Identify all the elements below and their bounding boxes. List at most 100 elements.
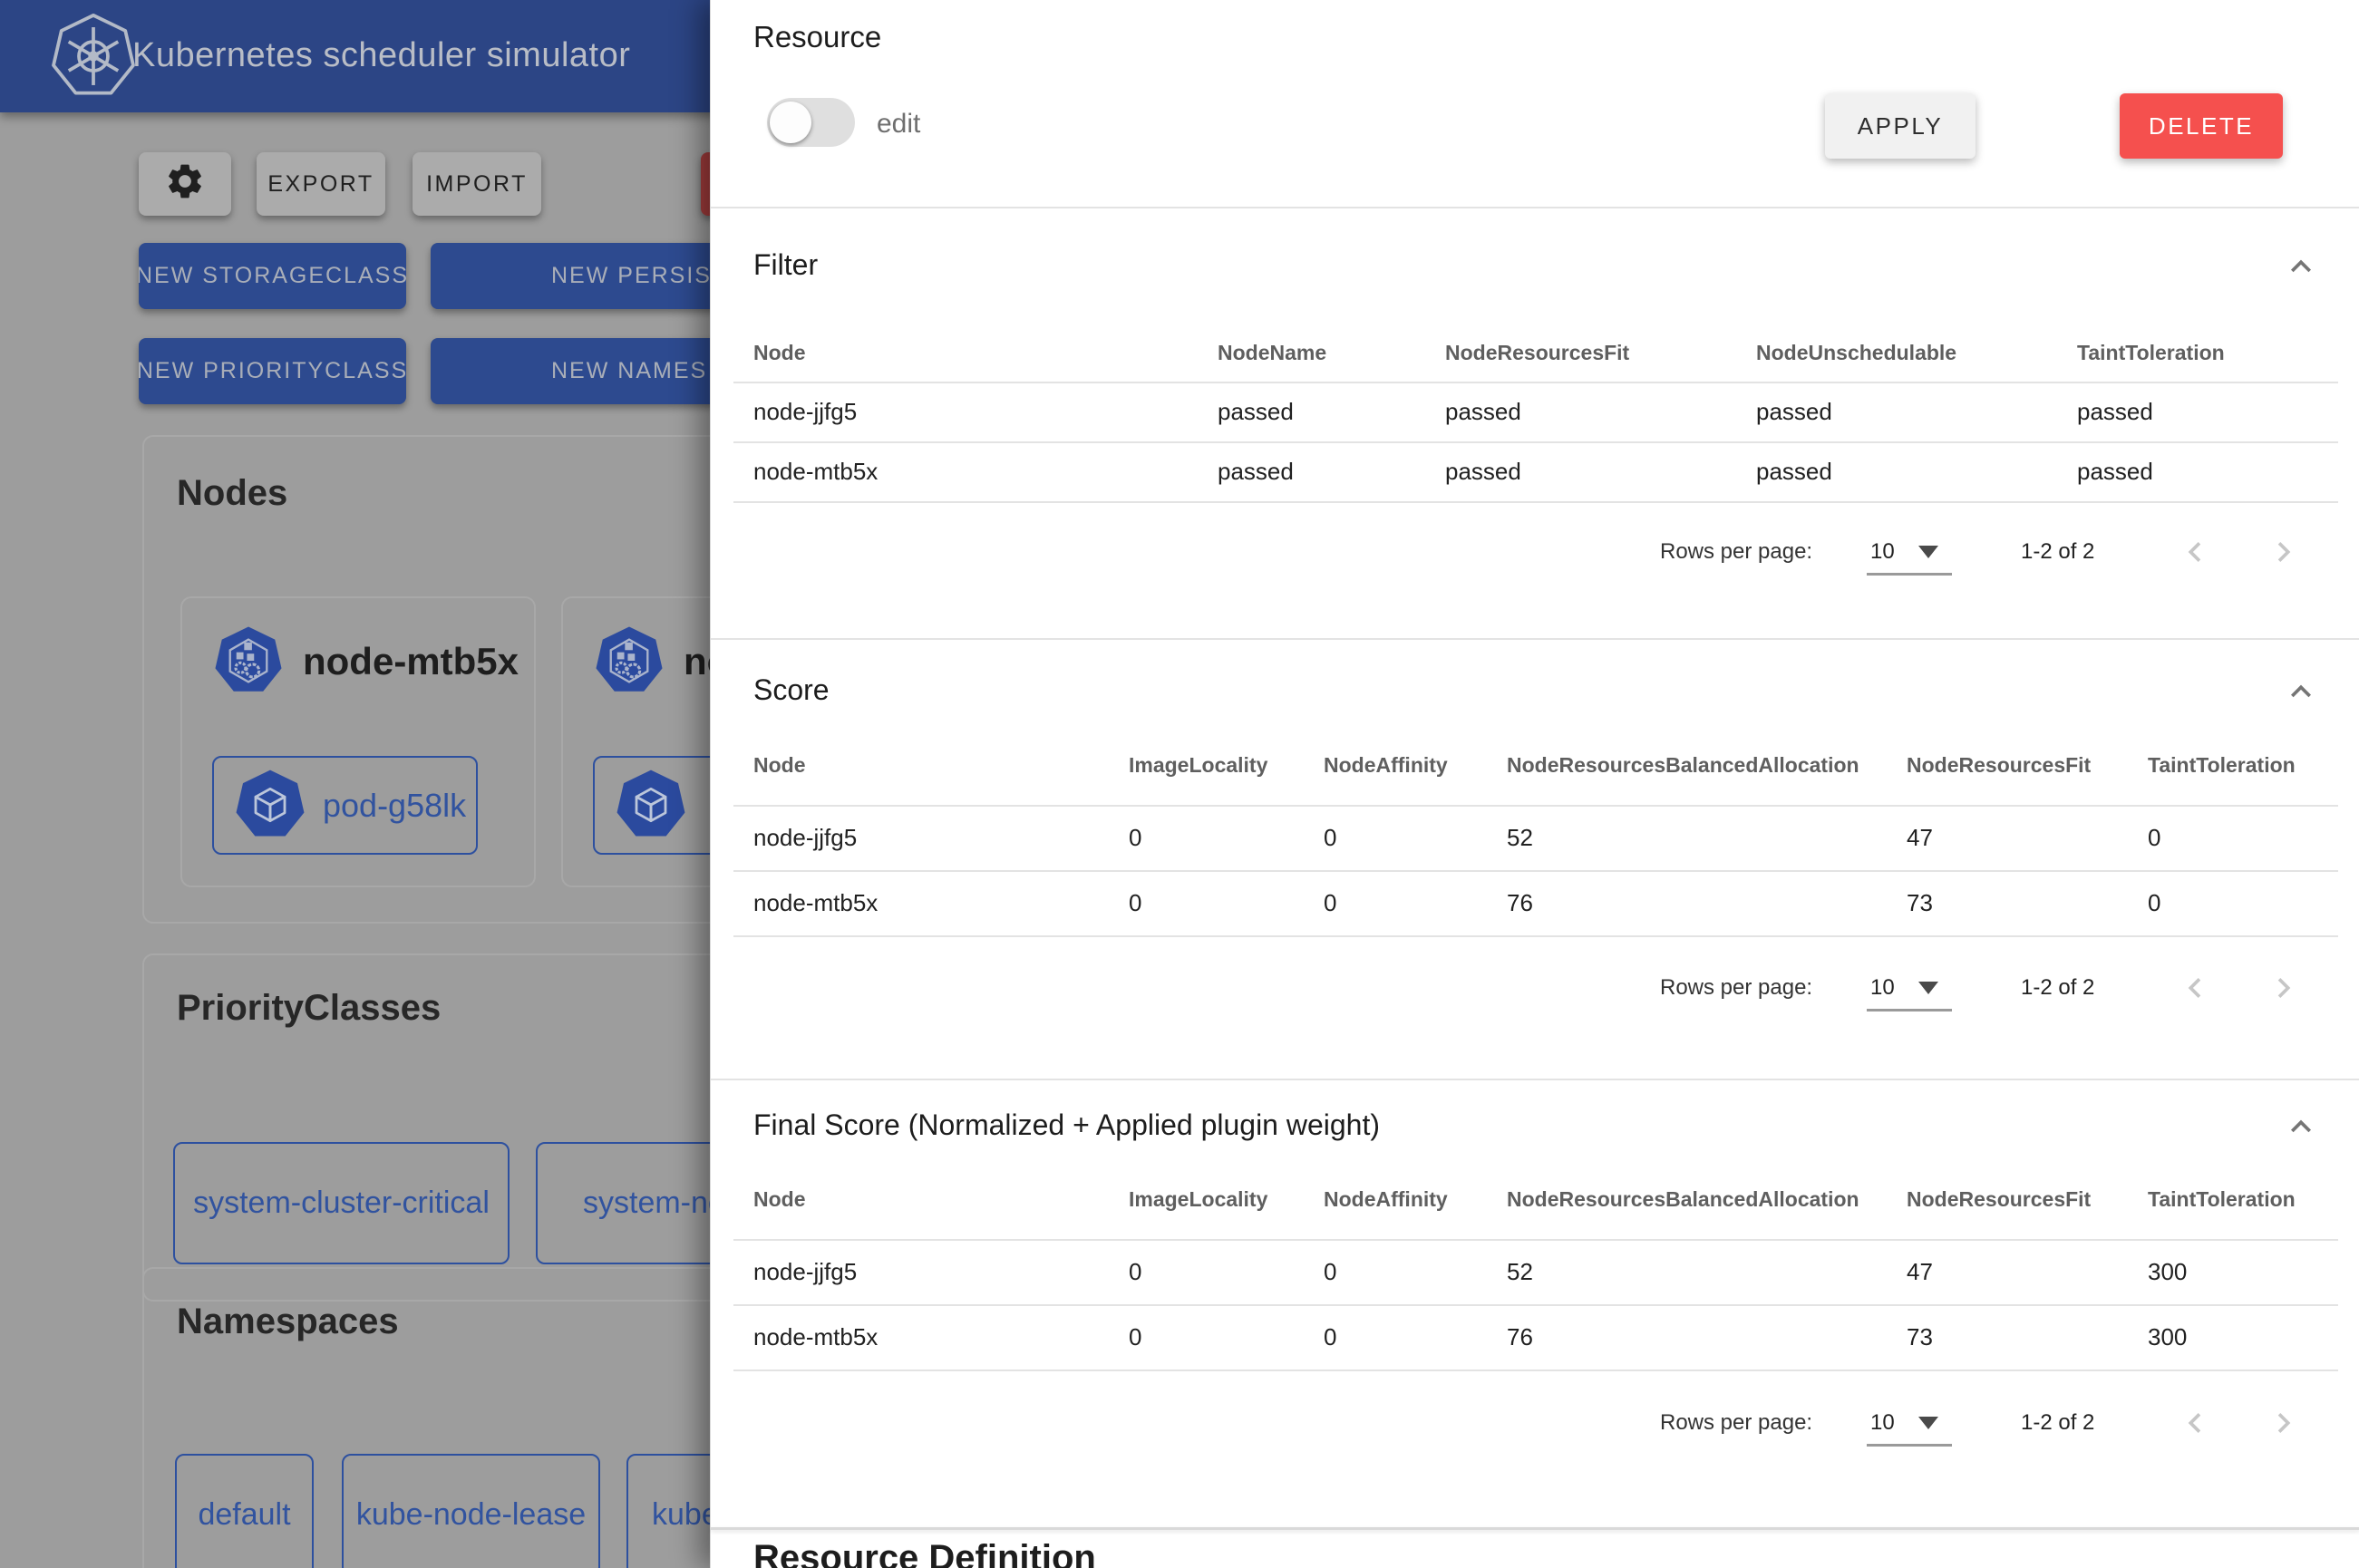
cell: passed	[1218, 398, 1445, 426]
chevron-left-icon[interactable]	[2175, 968, 2215, 1012]
rows-per-page-select[interactable]: 10	[1870, 1410, 1895, 1436]
chevron-up-icon[interactable]	[2281, 247, 2321, 291]
chevron-up-icon[interactable]	[2281, 1107, 2321, 1151]
column-header[interactable]: TaintToleration	[2148, 753, 2338, 778]
toggle-knob	[770, 102, 811, 143]
cell: 300	[2148, 1323, 2338, 1351]
column-header[interactable]: NodeResourcesBalancedAllocation	[1507, 753, 1907, 778]
cell: 76	[1507, 1323, 1907, 1351]
table-row: node-jjfg5 0 0 52 47 300	[753, 1239, 2338, 1304]
chevron-left-icon[interactable]	[2175, 532, 2215, 576]
namespace-chip[interactable]: kube-node-lease	[342, 1454, 600, 1568]
table-row: node-jjfg5 0 0 52 47 0	[753, 805, 2338, 870]
kubernetes-logo-icon	[51, 13, 136, 100]
pagination-range: 1-2 of 2	[2021, 539, 2094, 565]
gear-icon	[164, 160, 206, 208]
table-header-row: Node ImageLocality NodeAffinity NodeReso…	[753, 1160, 2338, 1239]
divider	[733, 1370, 2338, 1371]
section-title-filter: Filter	[753, 248, 818, 282]
caret-down-icon[interactable]	[1918, 1417, 1938, 1429]
nodes-panel-title: Nodes	[177, 473, 287, 514]
resource-definition-title: Resource Definition	[753, 1538, 1096, 1568]
chevron-right-icon[interactable]	[2264, 968, 2304, 1012]
divider	[711, 207, 2359, 208]
column-header[interactable]: Node	[753, 1187, 1129, 1212]
select-underline	[1867, 1444, 1952, 1447]
cell: 47	[1907, 824, 2148, 852]
column-header[interactable]: TaintToleration	[2077, 341, 2338, 365]
cell: 52	[1507, 1258, 1907, 1286]
table-row: node-mtb5x passed passed passed passed	[753, 441, 2338, 501]
column-header[interactable]: ImageLocality	[1129, 1187, 1324, 1212]
rows-per-page-label: Rows per page:	[1660, 539, 1812, 565]
column-header[interactable]: NodeResourcesFit	[1907, 753, 2148, 778]
cell: 0	[1129, 824, 1324, 852]
cell: 0	[1129, 1258, 1324, 1286]
column-header[interactable]: ImageLocality	[1129, 753, 1324, 778]
column-header[interactable]: NodeUnschedulable	[1756, 341, 2077, 365]
cell: 300	[2148, 1258, 2338, 1286]
table-header-row: Node ImageLocality NodeAffinity NodeReso…	[753, 725, 2338, 805]
cell: 73	[1907, 889, 2148, 917]
chevron-left-icon[interactable]	[2175, 1403, 2215, 1447]
column-header[interactable]: NodeAffinity	[1324, 1187, 1507, 1212]
cell: 0	[1324, 1258, 1507, 1286]
cell: 0	[1324, 824, 1507, 852]
cell: 0	[1324, 889, 1507, 917]
drawer-title: Resource	[753, 20, 881, 54]
cell: node-jjfg5	[753, 1258, 1129, 1286]
column-header[interactable]: NodeName	[1218, 341, 1445, 365]
pod-name: pod-g58lk	[323, 787, 466, 825]
column-header[interactable]: NodeResourcesFit	[1445, 341, 1756, 365]
cell: passed	[1218, 458, 1445, 486]
cell: 0	[1129, 1323, 1324, 1351]
new-storageclass-button[interactable]: NEW STORAGECLASS	[139, 243, 406, 309]
import-button[interactable]: IMPORT	[413, 152, 541, 216]
edit-toggle[interactable]	[767, 98, 855, 147]
cell: 0	[1324, 1323, 1507, 1351]
export-button[interactable]: EXPORT	[257, 152, 385, 216]
cell: 0	[2148, 824, 2338, 852]
cell: 47	[1907, 1258, 2148, 1286]
rows-per-page-label: Rows per page:	[1660, 1410, 1812, 1436]
cell: node-jjfg5	[753, 398, 1218, 426]
pagination-range: 1-2 of 2	[2021, 1410, 2094, 1436]
resource-drawer: Resource edit APPLY DELETE Filter Node N…	[710, 0, 2359, 1568]
settings-button[interactable]	[139, 152, 231, 216]
pod-icon	[615, 769, 687, 841]
caret-down-icon[interactable]	[1918, 546, 1938, 558]
chevron-right-icon[interactable]	[2264, 1403, 2304, 1447]
chevron-up-icon[interactable]	[2281, 672, 2321, 716]
cell: node-jjfg5	[753, 824, 1129, 852]
new-priorityclass-button[interactable]: NEW PRIORITYCLASS	[139, 338, 406, 404]
select-underline	[1867, 1009, 1952, 1011]
priorityclass-chip[interactable]: system-cluster-critical	[173, 1142, 510, 1264]
table-row: node-mtb5x 0 0 76 73 300	[753, 1304, 2338, 1370]
rows-per-page-select[interactable]: 10	[1870, 539, 1895, 565]
cell: passed	[1445, 398, 1756, 426]
table-header-row: Node NodeName NodeResourcesFit NodeUnsch…	[753, 324, 2338, 382]
column-header[interactable]: NodeResourcesFit	[1907, 1187, 2148, 1212]
cell: passed	[1756, 458, 2077, 486]
divider	[711, 1527, 2359, 1530]
column-header[interactable]: NodeResourcesBalancedAllocation	[1507, 1187, 1907, 1212]
column-header[interactable]: Node	[753, 753, 1129, 778]
cell: node-mtb5x	[753, 458, 1218, 486]
divider	[711, 638, 2359, 640]
pod-icon	[234, 769, 306, 841]
column-header[interactable]: NodeAffinity	[1324, 753, 1507, 778]
caret-down-icon[interactable]	[1918, 982, 1938, 994]
column-header[interactable]: Node	[753, 341, 1218, 365]
cell: passed	[2077, 458, 2338, 486]
app-root: Kubernetes scheduler simulator EXPORT IM…	[0, 0, 2359, 1568]
chevron-right-icon[interactable]	[2264, 532, 2304, 576]
column-header[interactable]: TaintToleration	[2148, 1187, 2338, 1212]
divider	[733, 501, 2338, 503]
namespace-chip[interactable]: default	[175, 1454, 314, 1568]
cell: passed	[2077, 398, 2338, 426]
cell: passed	[1445, 458, 1756, 486]
rows-per-page-select[interactable]: 10	[1870, 975, 1895, 1001]
edit-toggle-label: edit	[877, 109, 920, 140]
delete-button[interactable]: DELETE	[2120, 93, 2283, 159]
apply-button[interactable]: APPLY	[1825, 93, 1976, 159]
